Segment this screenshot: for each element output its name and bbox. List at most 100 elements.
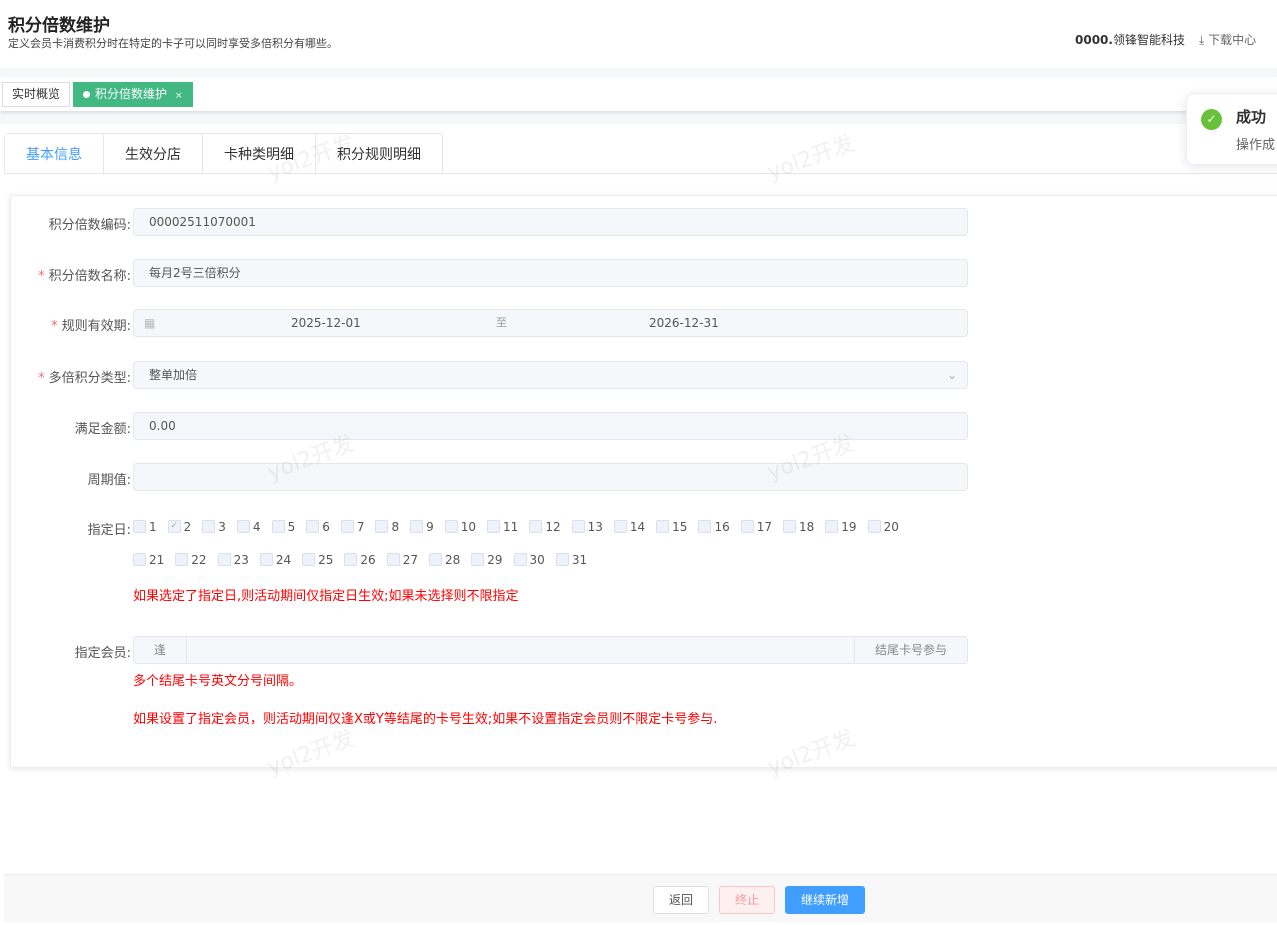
- checkbox-icon: [410, 520, 424, 533]
- checkbox-icon: [555, 553, 569, 566]
- type-select[interactable]: 整单加倍 ⌄: [133, 361, 968, 389]
- day-checkbox-28[interactable]: 28: [428, 543, 460, 576]
- checkbox-icon: [656, 520, 670, 533]
- end-date[interactable]: 2026-12-31: [649, 310, 719, 336]
- label-code: 积分倍数编码:: [48, 218, 131, 233]
- checkbox-icon: ✓: [167, 520, 181, 533]
- day-checkbox-26[interactable]: 26: [344, 543, 376, 576]
- label-type: * 多倍积分类型:: [38, 367, 131, 386]
- day-label: 14: [629, 519, 646, 534]
- day-checkbox-16[interactable]: 16: [698, 510, 730, 543]
- company-label: 领锋智能科技: [1112, 33, 1185, 47]
- label-member: 指定会员:: [74, 646, 131, 661]
- day-checkbox-2[interactable]: ✓ 2: [167, 510, 192, 543]
- checkbox-icon: [513, 553, 527, 566]
- day-checkbox-14[interactable]: 14: [613, 510, 646, 543]
- day-checkbox-23[interactable]: 23: [217, 543, 249, 576]
- day-checkbox-7[interactable]: 7: [340, 510, 364, 543]
- start-date[interactable]: 2025-12-01: [291, 310, 361, 336]
- tab-effective-stores[interactable]: 生效分店: [104, 134, 203, 174]
- checkbox-icon: [175, 553, 189, 566]
- code-input[interactable]: 00002511070001: [133, 208, 968, 236]
- day-label: 8: [391, 519, 400, 534]
- tab-basic-info[interactable]: 基本信息: [5, 134, 104, 175]
- day-checkbox-15[interactable]: 15: [656, 510, 687, 543]
- day-checkbox-29[interactable]: 29: [471, 543, 503, 576]
- day-checkbox-5[interactable]: 5: [271, 510, 295, 543]
- member-hint-1: 多个结尾卡号英文分号间隔。: [133, 674, 303, 689]
- success-toast: ✓ 成功 操作成: [1186, 93, 1277, 165]
- success-icon: ✓: [1201, 109, 1222, 130]
- form-card: 积分倍数编码: 00002511070001 * 积分倍数名称: 每月2号三倍积分…: [10, 195, 1277, 768]
- download-center-link[interactable]: ⤓ 下载中心: [1199, 31, 1256, 48]
- day-checkbox-31[interactable]: 31: [555, 543, 588, 576]
- checkbox-icon: [375, 520, 389, 533]
- page-tab-points-multiplier[interactable]: 积分倍数维护 ×: [73, 82, 193, 107]
- checkbox-icon: [444, 520, 458, 533]
- day-checkbox-22[interactable]: 22: [175, 543, 207, 576]
- checkbox-icon: [471, 553, 485, 566]
- day-label: 2: [183, 519, 192, 534]
- day-checkbox-12[interactable]: 12: [529, 510, 561, 543]
- day-label: 31: [571, 552, 588, 567]
- day-label: 30: [529, 552, 545, 567]
- toast-title: 成功: [1236, 108, 1267, 126]
- amount-input[interactable]: 0.00: [133, 412, 968, 440]
- checkbox-icon: [386, 553, 400, 566]
- day-checkbox-17[interactable]: 17: [740, 510, 773, 543]
- calendar-icon: ▦: [144, 316, 156, 330]
- day-checkbox-19[interactable]: 19: [825, 510, 857, 543]
- day-checkbox-25[interactable]: 25: [302, 543, 333, 576]
- checkbox-icon: [344, 553, 358, 566]
- day-checkbox-24[interactable]: 24: [259, 543, 292, 576]
- chevron-down-icon: ⌄: [946, 368, 957, 382]
- close-icon[interactable]: ×: [175, 91, 183, 101]
- day-label: 17: [756, 519, 773, 534]
- day-checkbox-27[interactable]: 27: [386, 543, 418, 576]
- page-tab-bar: 实时概览 积分倍数维护 ×: [0, 77, 1277, 111]
- page-tab-overview[interactable]: 实时概览: [2, 82, 71, 107]
- checkbox-icon: [867, 520, 881, 533]
- member-input-group: 逢 结尾卡号参与: [133, 636, 968, 664]
- day-checkbox-9[interactable]: 9: [410, 510, 434, 543]
- page-tab-label: 积分倍数维护: [95, 87, 168, 101]
- member-hint-2: 如果设置了指定会员，则活动期间仅逢X或Y等结尾的卡号生效;如果不设置指定会员则不…: [133, 712, 718, 727]
- day-checkbox-21[interactable]: 21: [133, 543, 164, 576]
- day-checkbox-1[interactable]: 1: [133, 510, 157, 543]
- day-checkbox-10[interactable]: 10: [444, 510, 476, 543]
- day-checkbox-3[interactable]: 3: [202, 510, 226, 543]
- day-checkbox-11[interactable]: 11: [487, 510, 518, 543]
- day-checkbox-20[interactable]: 20: [867, 510, 899, 543]
- day-label: 13: [587, 519, 603, 534]
- name-input[interactable]: 每月2号三倍积分: [133, 259, 968, 287]
- continue-add-button[interactable]: 继续新增: [785, 886, 865, 914]
- checkbox-icon: [529, 520, 543, 533]
- day-label: 21: [149, 552, 165, 567]
- download-label: 下载中心: [1208, 33, 1257, 47]
- cycle-input[interactable]: [133, 463, 968, 491]
- day-label: 24: [275, 552, 292, 567]
- day-checkbox-6[interactable]: 6: [306, 510, 330, 543]
- day-checkbox-13[interactable]: 13: [571, 510, 603, 543]
- back-button[interactable]: 返回: [653, 886, 709, 914]
- type-value: 整单加倍: [149, 368, 198, 382]
- stop-button[interactable]: 终止: [719, 886, 775, 914]
- day-label: 11: [503, 519, 519, 534]
- member-input[interactable]: [188, 637, 854, 663]
- day-checkbox-18[interactable]: 18: [783, 510, 814, 543]
- checkbox-icon: [133, 520, 146, 533]
- date-range-picker[interactable]: ▦ 2025-12-01 至 2026-12-31: [133, 309, 968, 337]
- member-suffix: 结尾卡号参与: [854, 637, 967, 663]
- day-checkbox-30[interactable]: 30: [513, 543, 545, 576]
- checkbox-icon: [340, 520, 354, 533]
- day-checkbox-8[interactable]: 8: [375, 510, 399, 543]
- checkbox-icon: [217, 553, 231, 566]
- tab-points-rules[interactable]: 积分规则明细: [316, 134, 442, 174]
- day-label: 12: [545, 519, 561, 534]
- day-label: 23: [233, 552, 249, 567]
- label-period: * 规则有效期:: [51, 315, 131, 334]
- page-tab-label: 实时概览: [12, 87, 61, 101]
- day-checkbox-4[interactable]: 4: [236, 510, 261, 543]
- tab-card-types[interactable]: 卡种类明细: [203, 134, 316, 174]
- day-label: 3: [218, 519, 226, 534]
